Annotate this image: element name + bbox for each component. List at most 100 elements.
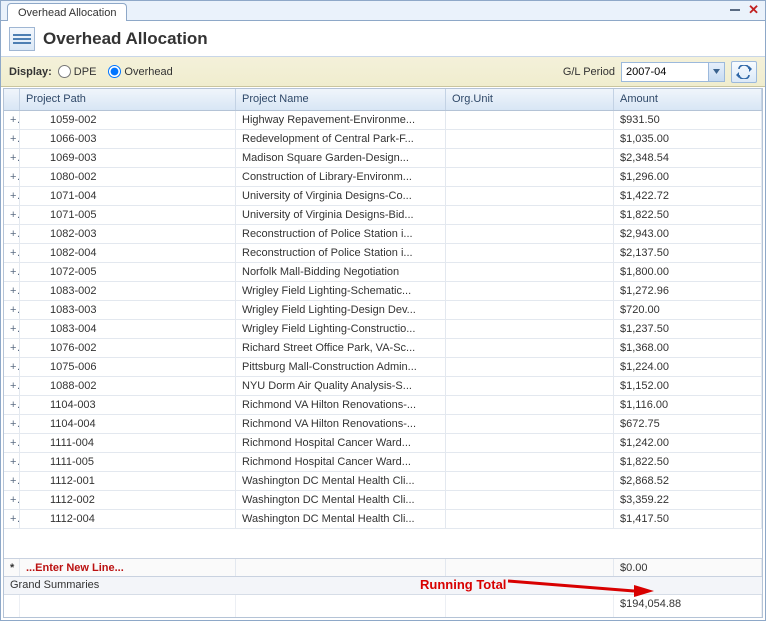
cell-amount: $1,417.50 xyxy=(614,510,762,528)
table-row[interactable]: +1071-005University of Virginia Designs-… xyxy=(4,206,762,225)
radio-overhead-wrap[interactable]: Overhead xyxy=(108,65,172,78)
expand-icon[interactable]: + xyxy=(4,434,20,452)
expand-icon[interactable]: + xyxy=(4,282,20,300)
expand-icon[interactable]: + xyxy=(4,187,20,205)
expand-icon[interactable]: + xyxy=(4,263,20,281)
new-line-row[interactable]: * ...Enter New Line... $0.00 xyxy=(4,558,762,577)
expand-icon[interactable]: + xyxy=(4,206,20,224)
cell-org-unit xyxy=(446,130,614,148)
table-row[interactable]: +1104-004Richmond VA Hilton Renovations-… xyxy=(4,415,762,434)
table-row[interactable]: +1083-003Wrigley Field Lighting-Design D… xyxy=(4,301,762,320)
col-project-path[interactable]: Project Path xyxy=(20,89,236,110)
gl-period-label: G/L Period xyxy=(563,66,615,78)
cell-amount: $1,296.00 xyxy=(614,168,762,186)
col-amount[interactable]: Amount xyxy=(614,89,762,110)
table-row[interactable]: +1112-001Washington DC Mental Health Cli… xyxy=(4,472,762,491)
expand-icon[interactable]: + xyxy=(4,358,20,376)
cell-project-name: NYU Dorm Air Quality Analysis-S... xyxy=(236,377,446,395)
col-project-name[interactable]: Project Name xyxy=(236,89,446,110)
cell-amount: $1,035.00 xyxy=(614,130,762,148)
tab-overhead-allocation[interactable]: Overhead Allocation xyxy=(7,3,127,21)
radio-dpe-wrap[interactable]: DPE xyxy=(58,65,97,78)
expand-icon[interactable]: + xyxy=(4,396,20,414)
gl-period-combo[interactable] xyxy=(621,62,725,82)
new-line-label[interactable]: ...Enter New Line... xyxy=(20,559,236,576)
col-org-unit[interactable]: Org.Unit xyxy=(446,89,614,110)
table-row[interactable]: +1059-002Highway Repavement-Environme...… xyxy=(4,111,762,130)
cell-project-name: Richmond VA Hilton Renovations-... xyxy=(236,396,446,414)
table-row[interactable]: +1112-002Washington DC Mental Health Cli… xyxy=(4,491,762,510)
cell-amount: $931.50 xyxy=(614,111,762,129)
cell-project-path: 1111-005 xyxy=(20,453,236,471)
expand-icon[interactable]: + xyxy=(4,320,20,338)
table-row[interactable]: +1069-003Madison Square Garden-Design...… xyxy=(4,149,762,168)
close-icon[interactable]: ✕ xyxy=(748,5,759,15)
gl-period-input[interactable] xyxy=(622,63,708,81)
cell-project-name: University of Virginia Designs-Co... xyxy=(236,187,446,205)
cell-project-path: 1059-002 xyxy=(20,111,236,129)
expand-icon[interactable]: + xyxy=(4,415,20,433)
expand-icon[interactable]: + xyxy=(4,339,20,357)
expand-icon[interactable]: + xyxy=(4,149,20,167)
table-row[interactable]: +1088-002NYU Dorm Air Quality Analysis-S… xyxy=(4,377,762,396)
radio-overhead-label: Overhead xyxy=(124,66,172,78)
expand-icon[interactable]: + xyxy=(4,472,20,490)
cell-project-name: Richard Street Office Park, VA-Sc... xyxy=(236,339,446,357)
table-row[interactable]: +1111-005Richmond Hospital Cancer Ward..… xyxy=(4,453,762,472)
cell-project-path: 1066-003 xyxy=(20,130,236,148)
cell-amount: $672.75 xyxy=(614,415,762,433)
table-row[interactable]: +1080-002Construction of Library-Environ… xyxy=(4,168,762,187)
table-row[interactable]: +1066-003Redevelopment of Central Park-F… xyxy=(4,130,762,149)
cell-org-unit xyxy=(446,377,614,395)
table-row[interactable]: +1076-002Richard Street Office Park, VA-… xyxy=(4,339,762,358)
expand-icon[interactable]: + xyxy=(4,225,20,243)
table-row[interactable]: +1111-004Richmond Hospital Cancer Ward..… xyxy=(4,434,762,453)
toolbar: Display: DPE Overhead G/L Period xyxy=(1,57,765,87)
cell-project-path: 1083-002 xyxy=(20,282,236,300)
cell-amount: $1,822.50 xyxy=(614,206,762,224)
table-row[interactable]: +1104-003Richmond VA Hilton Renovations-… xyxy=(4,396,762,415)
chevron-down-icon[interactable] xyxy=(708,63,724,81)
expand-icon[interactable]: + xyxy=(4,168,20,186)
table-row[interactable]: +1071-004University of Virginia Designs-… xyxy=(4,187,762,206)
cell-project-name: Washington DC Mental Health Cli... xyxy=(236,510,446,528)
expand-icon[interactable]: + xyxy=(4,130,20,148)
table-row[interactable]: +1083-002Wrigley Field Lighting-Schemati… xyxy=(4,282,762,301)
cell-org-unit xyxy=(446,453,614,471)
expand-icon[interactable]: + xyxy=(4,453,20,471)
cell-org-unit xyxy=(446,396,614,414)
cell-amount: $1,152.00 xyxy=(614,377,762,395)
expand-icon[interactable]: + xyxy=(4,244,20,262)
cell-org-unit xyxy=(446,187,614,205)
cell-project-path: 1080-002 xyxy=(20,168,236,186)
table-row[interactable]: +1082-003Reconstruction of Police Statio… xyxy=(4,225,762,244)
refresh-icon xyxy=(736,65,752,79)
minimize-icon[interactable] xyxy=(730,4,740,16)
table-row[interactable]: +1082-004Reconstruction of Police Statio… xyxy=(4,244,762,263)
radio-dpe-label: DPE xyxy=(74,66,97,78)
grid-body[interactable]: +1059-002Highway Repavement-Environme...… xyxy=(4,111,762,558)
table-row[interactable]: +1083-004Wrigley Field Lighting-Construc… xyxy=(4,320,762,339)
expand-icon[interactable]: + xyxy=(4,510,20,528)
grid-header: Project Path Project Name Org.Unit Amoun… xyxy=(4,89,762,111)
cell-project-name: Redevelopment of Central Park-F... xyxy=(236,130,446,148)
expand-icon[interactable]: + xyxy=(4,377,20,395)
table-row[interactable]: +1112-004Washington DC Mental Health Cli… xyxy=(4,510,762,529)
table-row[interactable]: +1072-005Norfolk Mall-Bidding Negotiatio… xyxy=(4,263,762,282)
radio-dpe[interactable] xyxy=(58,65,71,78)
cell-project-name: Norfolk Mall-Bidding Negotiation xyxy=(236,263,446,281)
cell-project-path: 1083-003 xyxy=(20,301,236,319)
cell-project-path: 1112-002 xyxy=(20,491,236,509)
title-bar: Overhead Allocation xyxy=(1,21,765,57)
radio-overhead[interactable] xyxy=(108,65,121,78)
cell-amount: $1,116.00 xyxy=(614,396,762,414)
expand-icon[interactable]: + xyxy=(4,301,20,319)
cell-project-path: 1104-004 xyxy=(20,415,236,433)
cell-amount: $2,348.54 xyxy=(614,149,762,167)
refresh-button[interactable] xyxy=(731,61,757,83)
cell-amount: $1,237.50 xyxy=(614,320,762,338)
table-row[interactable]: +1075-006Pittsburg Mall-Construction Adm… xyxy=(4,358,762,377)
expand-icon[interactable]: + xyxy=(4,491,20,509)
expand-icon[interactable]: + xyxy=(4,111,20,129)
cell-org-unit xyxy=(446,168,614,186)
